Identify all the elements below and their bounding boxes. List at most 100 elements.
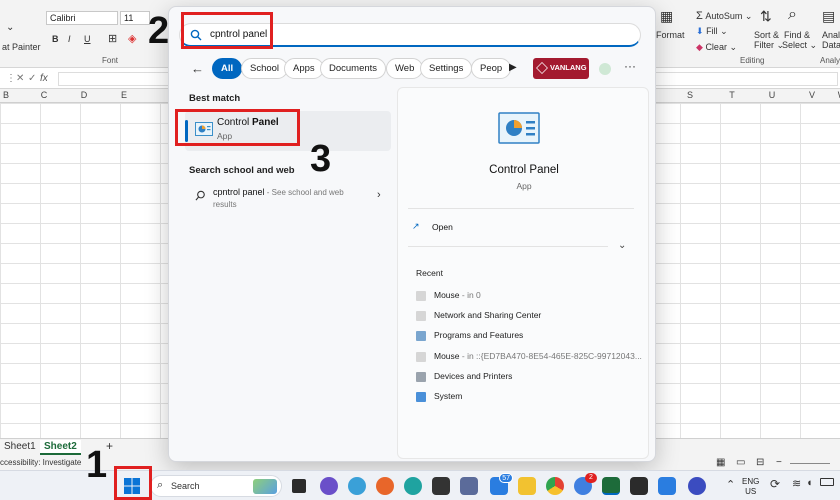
- recent-item[interactable]: Network and Sharing Center: [416, 310, 541, 324]
- filter-documents[interactable]: Documents: [320, 58, 387, 79]
- sync-icon[interactable]: ⟳: [770, 477, 780, 491]
- tray-chevron-icon[interactable]: ⌃: [726, 478, 735, 491]
- taskbar-search[interactable]: ⌕ Search: [150, 475, 282, 497]
- find-select-label[interactable]: Find &: [784, 30, 810, 40]
- back-arrow-icon[interactable]: ←: [191, 61, 204, 76]
- cancel-icon[interactable]: ✕: [16, 73, 24, 84]
- column-v[interactable]: V: [802, 90, 822, 100]
- school-web-result[interactable]: cpntrol panel - See school and web resul…: [185, 183, 391, 217]
- autosum-button[interactable]: Σ AutoSum ⌄: [696, 10, 752, 22]
- firefox-icon[interactable]: [376, 477, 394, 495]
- column-w[interactable]: W: [832, 90, 840, 100]
- function-button[interactable]: fx: [40, 73, 48, 84]
- vanlang-logo[interactable]: VANLANG: [533, 58, 589, 79]
- word-icon[interactable]: [658, 477, 676, 495]
- recent-item[interactable]: Programs and Features: [416, 330, 523, 344]
- zalo-icon[interactable]: 2: [574, 473, 597, 495]
- open-icon: ↗: [412, 221, 420, 231]
- format-icon: ▦: [660, 8, 674, 24]
- enter-icon[interactable]: ✓: [28, 73, 36, 84]
- chrome-icon[interactable]: [546, 477, 564, 495]
- column-u[interactable]: U: [762, 90, 782, 100]
- search-filters: ← All School Apps Documents Web Settings…: [169, 55, 655, 81]
- step-1-label: 1: [86, 444, 108, 486]
- find-select-label-2[interactable]: Select ⌄: [782, 40, 817, 51]
- filter-all[interactable]: All: [212, 58, 243, 79]
- zoom-slider[interactable]: [790, 463, 830, 464]
- format-painter-label[interactable]: at Painter: [2, 42, 41, 52]
- network-icon: [416, 310, 426, 321]
- page-layout-icon[interactable]: ▭: [736, 457, 745, 468]
- bold-button[interactable]: B: [52, 34, 59, 44]
- expand-chevron-icon[interactable]: ⌄: [618, 240, 626, 251]
- store-icon[interactable]: [432, 477, 450, 495]
- clipboard-icon: ⌄: [6, 22, 15, 33]
- filter-apps[interactable]: Apps: [284, 58, 324, 79]
- cell-options-icon[interactable]: ⋮: [6, 73, 16, 84]
- find-icon: ⌕: [788, 6, 797, 23]
- wifi-icon[interactable]: ≋: [792, 477, 801, 490]
- sheet-tab-1[interactable]: Sheet1: [0, 440, 40, 453]
- recent-item[interactable]: Mouse - in 0: [416, 290, 481, 304]
- column-d[interactable]: D: [74, 90, 94, 100]
- italic-button[interactable]: I: [68, 34, 71, 44]
- programs-icon: [416, 330, 426, 341]
- battery-icon[interactable]: [820, 478, 834, 486]
- chevron-right-icon[interactable]: ›: [377, 189, 381, 201]
- filter-school[interactable]: School: [241, 58, 289, 79]
- format-label[interactable]: Format: [656, 30, 685, 40]
- column-t[interactable]: T: [722, 90, 742, 100]
- font-name-select[interactable]: Calibri: [46, 11, 118, 25]
- clear-button[interactable]: ◆ Clear ⌄: [696, 42, 737, 53]
- filter-web[interactable]: Web: [386, 58, 424, 79]
- search-highlight-icon: [253, 479, 277, 494]
- step-2-label: 2: [148, 10, 170, 52]
- screenshot-tool-icon[interactable]: [630, 477, 648, 495]
- teams-chat-icon[interactable]: [320, 477, 338, 495]
- borders-icon[interactable]: ⊞: [108, 32, 117, 45]
- widgets-icon[interactable]: [348, 477, 366, 495]
- fill-color-icon[interactable]: ◈: [128, 32, 136, 45]
- sheet-tab-2[interactable]: Sheet2: [40, 440, 81, 455]
- open-action[interactable]: Open: [432, 222, 453, 232]
- filter-people[interactable]: Peop: [471, 58, 512, 79]
- sort-filter-label-2[interactable]: Filter ⌄: [754, 40, 784, 51]
- column-s[interactable]: S: [680, 90, 700, 100]
- zalo-badge: 2: [585, 473, 597, 483]
- fill-button[interactable]: ⬇ Fill ⌄: [696, 26, 728, 37]
- highlight-search-box: [181, 12, 273, 49]
- profile-avatar[interactable]: [599, 63, 611, 75]
- normal-view-icon[interactable]: ▦: [716, 457, 725, 468]
- language-indicator[interactable]: ENG US: [742, 477, 759, 497]
- excel-icon[interactable]: [602, 477, 620, 495]
- divider: [408, 208, 634, 209]
- volume-icon[interactable]: ◖: [806, 477, 813, 489]
- preview-pane: Control Panel App ↗ Open ⌄ Recent Mouse …: [397, 87, 649, 459]
- more-options-icon[interactable]: ···: [624, 59, 636, 73]
- vanlang-shield-icon: [536, 62, 548, 74]
- analyze-label[interactable]: Analy: [822, 30, 840, 40]
- recent-item[interactable]: System: [416, 391, 462, 405]
- recent-item[interactable]: Devices and Printers: [416, 371, 512, 385]
- column-e[interactable]: E: [114, 90, 134, 100]
- zoom-out-icon[interactable]: −: [776, 457, 782, 468]
- filter-settings[interactable]: Settings: [420, 58, 473, 79]
- app-icon[interactable]: [688, 477, 706, 495]
- page-break-icon[interactable]: ⊟: [756, 457, 764, 468]
- control-panel-large-icon: [498, 112, 540, 144]
- more-filters-arrow-icon[interactable]: ▶: [509, 62, 517, 73]
- underline-button[interactable]: U: [84, 34, 91, 44]
- step-3-label: 3: [310, 138, 332, 180]
- analyze-label-2[interactable]: Data: [822, 40, 840, 50]
- photos-icon[interactable]: [460, 477, 478, 495]
- sort-filter-label[interactable]: Sort &: [754, 30, 779, 40]
- column-b[interactable]: B: [0, 90, 16, 100]
- column-c[interactable]: C: [34, 90, 54, 100]
- task-view-icon[interactable]: [292, 479, 306, 493]
- file-explorer-icon[interactable]: [518, 477, 536, 495]
- mail-icon[interactable]: 57: [490, 473, 513, 495]
- font-size-select[interactable]: 11: [120, 11, 150, 25]
- accessibility-status[interactable]: ccessibility: Investigate: [0, 458, 81, 467]
- edge-icon[interactable]: [404, 477, 422, 495]
- recent-item[interactable]: Mouse - in ::{ED7BA470-8E54-465E-825C-99…: [416, 351, 642, 365]
